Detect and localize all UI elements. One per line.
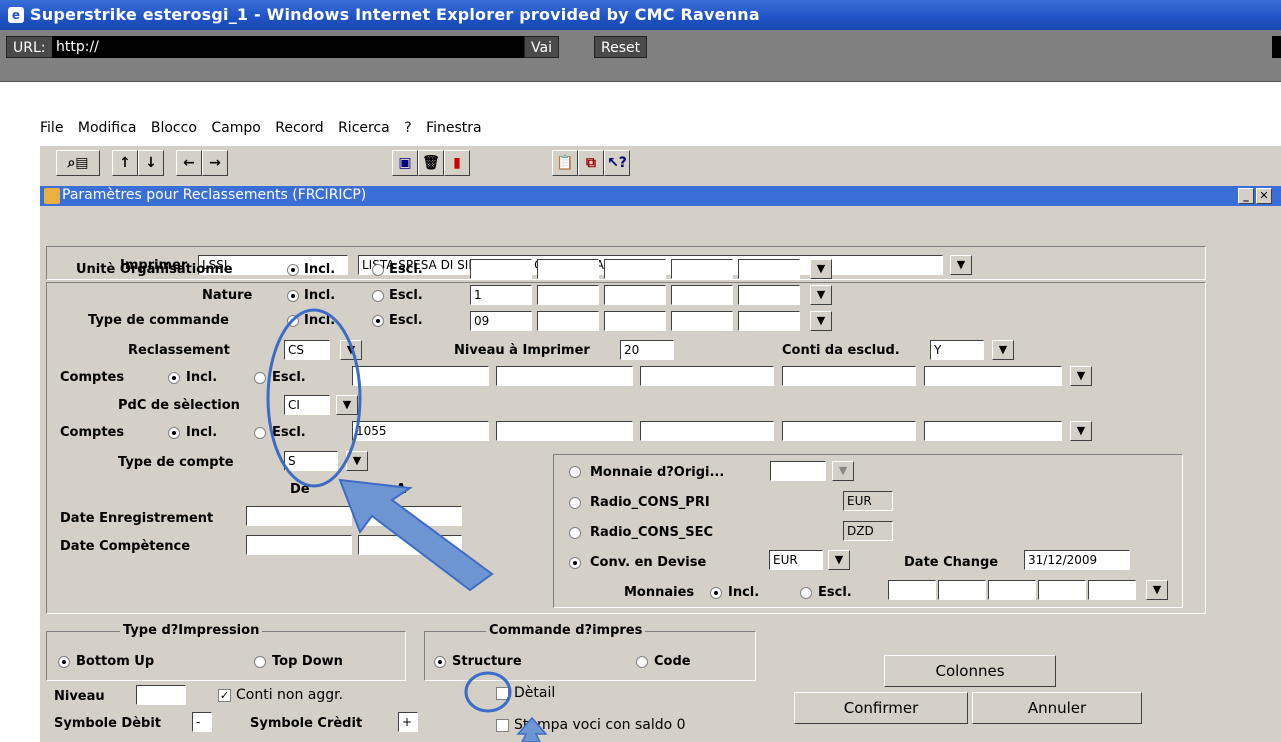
annotation-overlay — [266, 308, 548, 742]
annotation-ellipse-small — [464, 671, 512, 713]
annotation-arrow-small — [516, 716, 548, 742]
annotation-ellipse-large — [266, 308, 362, 488]
annotation-arrow-large — [338, 478, 494, 592]
